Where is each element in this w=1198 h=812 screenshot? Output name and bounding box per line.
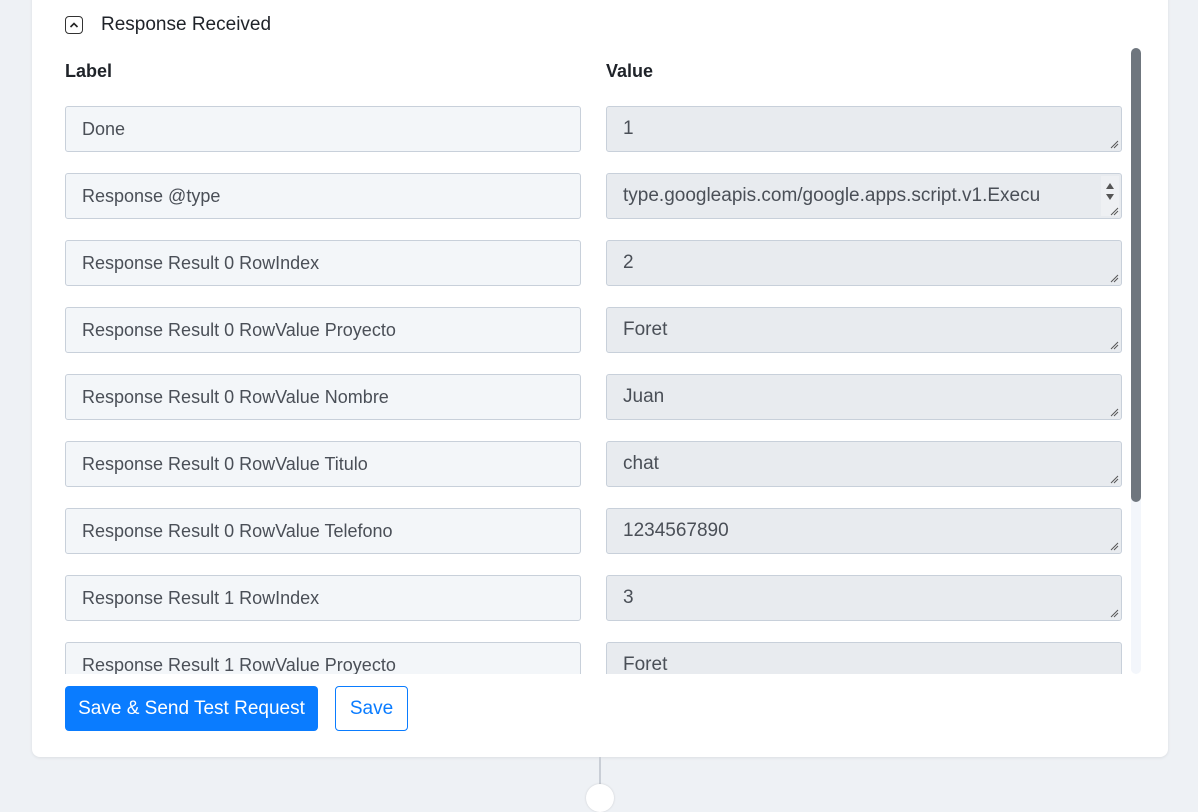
collapse-toggle-button[interactable] bbox=[65, 16, 83, 34]
value-column-header: Value bbox=[606, 61, 654, 81]
value-field[interactable]: Juan bbox=[606, 374, 1122, 420]
save-button[interactable]: Save bbox=[335, 686, 408, 731]
value-text: 3 bbox=[623, 587, 634, 608]
value-text: chat bbox=[623, 453, 659, 474]
label-field[interactable]: Response Result 0 RowIndex bbox=[65, 240, 581, 286]
label-field[interactable]: Response @type bbox=[65, 173, 581, 219]
value-field[interactable]: chat bbox=[606, 441, 1122, 487]
value-text: Juan bbox=[623, 386, 665, 407]
label-field[interactable]: Response Result 1 RowValue Proyecto bbox=[65, 642, 581, 674]
label-field[interactable]: Response Result 0 RowValue Titulo bbox=[65, 441, 581, 487]
value-text: 1 bbox=[623, 118, 634, 139]
mapping-rows: Done 1 Response @type type.googleapis.co… bbox=[65, 106, 1125, 674]
section-title: Response Received bbox=[101, 14, 272, 35]
label-column-header: Label bbox=[65, 61, 113, 81]
value-text: 2 bbox=[623, 252, 634, 273]
resize-grip-icon[interactable] bbox=[1109, 340, 1119, 350]
value-field[interactable]: Foret bbox=[606, 307, 1122, 353]
label-field[interactable]: Done bbox=[65, 106, 581, 152]
label-field[interactable]: Response Result 0 RowValue Nombre bbox=[65, 374, 581, 420]
value-text: 1234567890 bbox=[623, 520, 729, 541]
value-field[interactable]: Foret bbox=[606, 642, 1122, 674]
resize-grip-icon[interactable] bbox=[1109, 474, 1119, 484]
rows-scrollbar-thumb[interactable] bbox=[1131, 48, 1141, 502]
label-field[interactable]: Response Result 1 RowIndex bbox=[65, 575, 581, 621]
table-row: Response Result 0 RowValue Telefono 1234… bbox=[65, 508, 1125, 554]
resize-grip-icon[interactable] bbox=[1109, 608, 1119, 618]
value-text: type.googleapis.com/google.apps.script.v… bbox=[623, 185, 1041, 206]
scroll-down-icon[interactable] bbox=[1101, 190, 1119, 204]
resize-grip-icon[interactable] bbox=[1109, 206, 1119, 216]
section-header: Response Received bbox=[65, 14, 271, 36]
value-field[interactable]: type.googleapis.com/google.apps.script.v… bbox=[606, 173, 1122, 219]
label-field[interactable]: Response Result 0 RowValue Telefono bbox=[65, 508, 581, 554]
save-and-send-test-request-button[interactable]: Save & Send Test Request bbox=[65, 686, 318, 731]
resize-grip-icon[interactable] bbox=[1109, 407, 1119, 417]
value-text: Foret bbox=[623, 319, 668, 340]
table-row: Response Result 0 RowIndex 2 bbox=[65, 240, 1125, 286]
resize-grip-icon[interactable] bbox=[1109, 541, 1119, 551]
value-field[interactable]: 3 bbox=[606, 575, 1122, 621]
table-row: Done 1 bbox=[65, 106, 1125, 152]
resize-grip-icon[interactable] bbox=[1109, 139, 1119, 149]
resize-grip-icon[interactable] bbox=[1109, 273, 1119, 283]
value-field[interactable]: 1234567890 bbox=[606, 508, 1122, 554]
table-row: Response Result 0 RowValue Proyecto Fore… bbox=[65, 307, 1125, 353]
value-text: Foret bbox=[623, 654, 668, 674]
chevron-up-icon bbox=[69, 22, 79, 28]
table-row: Response Result 0 RowValue Nombre Juan bbox=[65, 374, 1125, 420]
label-field[interactable]: Response Result 0 RowValue Proyecto bbox=[65, 307, 581, 353]
table-row: Response Result 1 RowValue Proyecto Fore… bbox=[65, 642, 1125, 674]
value-field[interactable]: 1 bbox=[606, 106, 1122, 152]
table-row: Response Result 1 RowIndex 3 bbox=[65, 575, 1125, 621]
value-field[interactable]: 2 bbox=[606, 240, 1122, 286]
add-step-node[interactable] bbox=[586, 784, 614, 812]
table-row: Response @type type.googleapis.com/googl… bbox=[65, 173, 1125, 219]
table-row: Response Result 0 RowValue Titulo chat bbox=[65, 441, 1125, 487]
